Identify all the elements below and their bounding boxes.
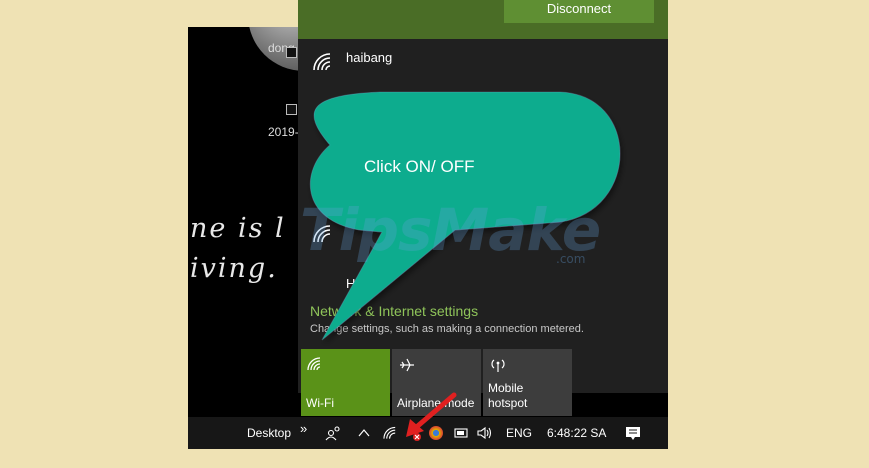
airplane-icon <box>400 358 414 372</box>
airplane-tile-label: Airplane mode <box>397 396 475 410</box>
wifi-icon <box>307 357 321 371</box>
wifi-tray-icon[interactable] <box>383 426 398 440</box>
wifi-signal-icon <box>313 225 331 243</box>
network-error-icon[interactable] <box>406 426 422 442</box>
toolbar-overflow-chevron[interactable]: » <box>300 413 307 445</box>
wifi-signal-icon <box>313 53 331 71</box>
hotspot-tile-label: Mobile hotspot <box>488 381 527 411</box>
people-icon[interactable] <box>325 425 343 441</box>
network-settings-link[interactable]: Network & Internet settings <box>310 303 478 319</box>
hotspot-label-line2: hotspot <box>488 396 528 410</box>
script-line-1: ne is l <box>190 213 286 244</box>
browser-tray-icon[interactable] <box>429 426 443 440</box>
airplane-mode-tile[interactable]: Airplane mode <box>392 349 481 416</box>
mobile-hotspot-tile[interactable]: Mobile hotspot <box>483 349 572 416</box>
battery-icon[interactable] <box>453 427 469 439</box>
connected-network-card[interactable]: Disconnect <box>298 0 668 39</box>
desktop-icon-checkbox-2[interactable] <box>286 104 297 115</box>
page: { "desktop": { "icon_label_top": "dong",… <box>0 0 869 468</box>
network-name: haibang <box>346 50 393 65</box>
hotspot-icon <box>491 359 505 372</box>
network-item[interactable]: Hu <box>312 276 652 306</box>
volume-icon[interactable] <box>477 426 493 440</box>
wifi-toggle-tile[interactable]: Wi-Fi <box>301 349 390 416</box>
language-indicator[interactable]: ENG <box>506 417 532 449</box>
disconnect-button[interactable]: Disconnect <box>504 0 654 23</box>
hotspot-label-line1: Mobile <box>488 381 524 395</box>
network-settings-description: Change settings, such as making a connec… <box>310 323 584 335</box>
network-item[interactable]: haibang <box>312 50 652 80</box>
action-center-icon[interactable] <box>625 426 641 441</box>
taskbar-clock[interactable]: 6:48:22 SA <box>547 417 606 449</box>
show-hidden-icons-chevron-up-icon[interactable] <box>358 428 370 438</box>
script-line-2: iving. <box>190 253 278 284</box>
desktop-toolbar-label[interactable]: Desktop <box>247 417 291 449</box>
wifi-tile-label: Wi-Fi <box>306 396 334 410</box>
desktop-icon-checkbox[interactable] <box>286 47 297 58</box>
network-flyout: Disconnect haibang Hu Network & Internet… <box>298 0 668 393</box>
network-name: Hu <box>346 276 363 291</box>
taskbar: Desktop » ENG 6:48:22 SA <box>188 417 668 449</box>
wallpaper-script-text: ne is l iving. <box>190 209 286 289</box>
desktop-icon-date: 2019- <box>268 125 299 139</box>
network-item[interactable] <box>312 222 652 252</box>
